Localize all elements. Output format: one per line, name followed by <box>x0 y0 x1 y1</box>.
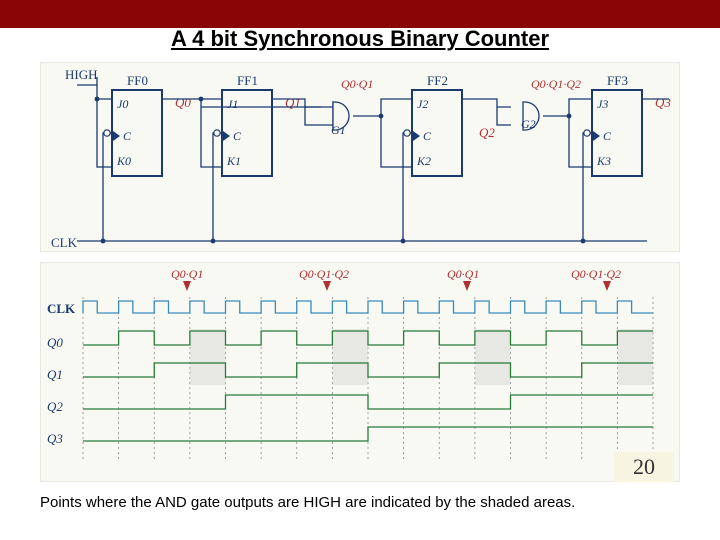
page-number: 20 <box>614 452 674 482</box>
caption-text: Points where the AND gate outputs are HI… <box>40 494 680 512</box>
circuit-diagram: HIGH CLK FF0 J0 C K0 Q0 FF1 J1 C K1 Q1 Q… <box>40 62 680 252</box>
circuit-wires <box>41 63 681 253</box>
timing-diagram: CLK Q0 Q1 Q2 Q3 Q0·Q1 Q0·Q1·Q2 Q0·Q1 Q0·… <box>40 262 680 482</box>
timing-waves <box>41 263 681 483</box>
slide-title: A 4 bit Synchronous Binary Counter <box>120 26 600 52</box>
slide-top-banner <box>0 0 720 28</box>
